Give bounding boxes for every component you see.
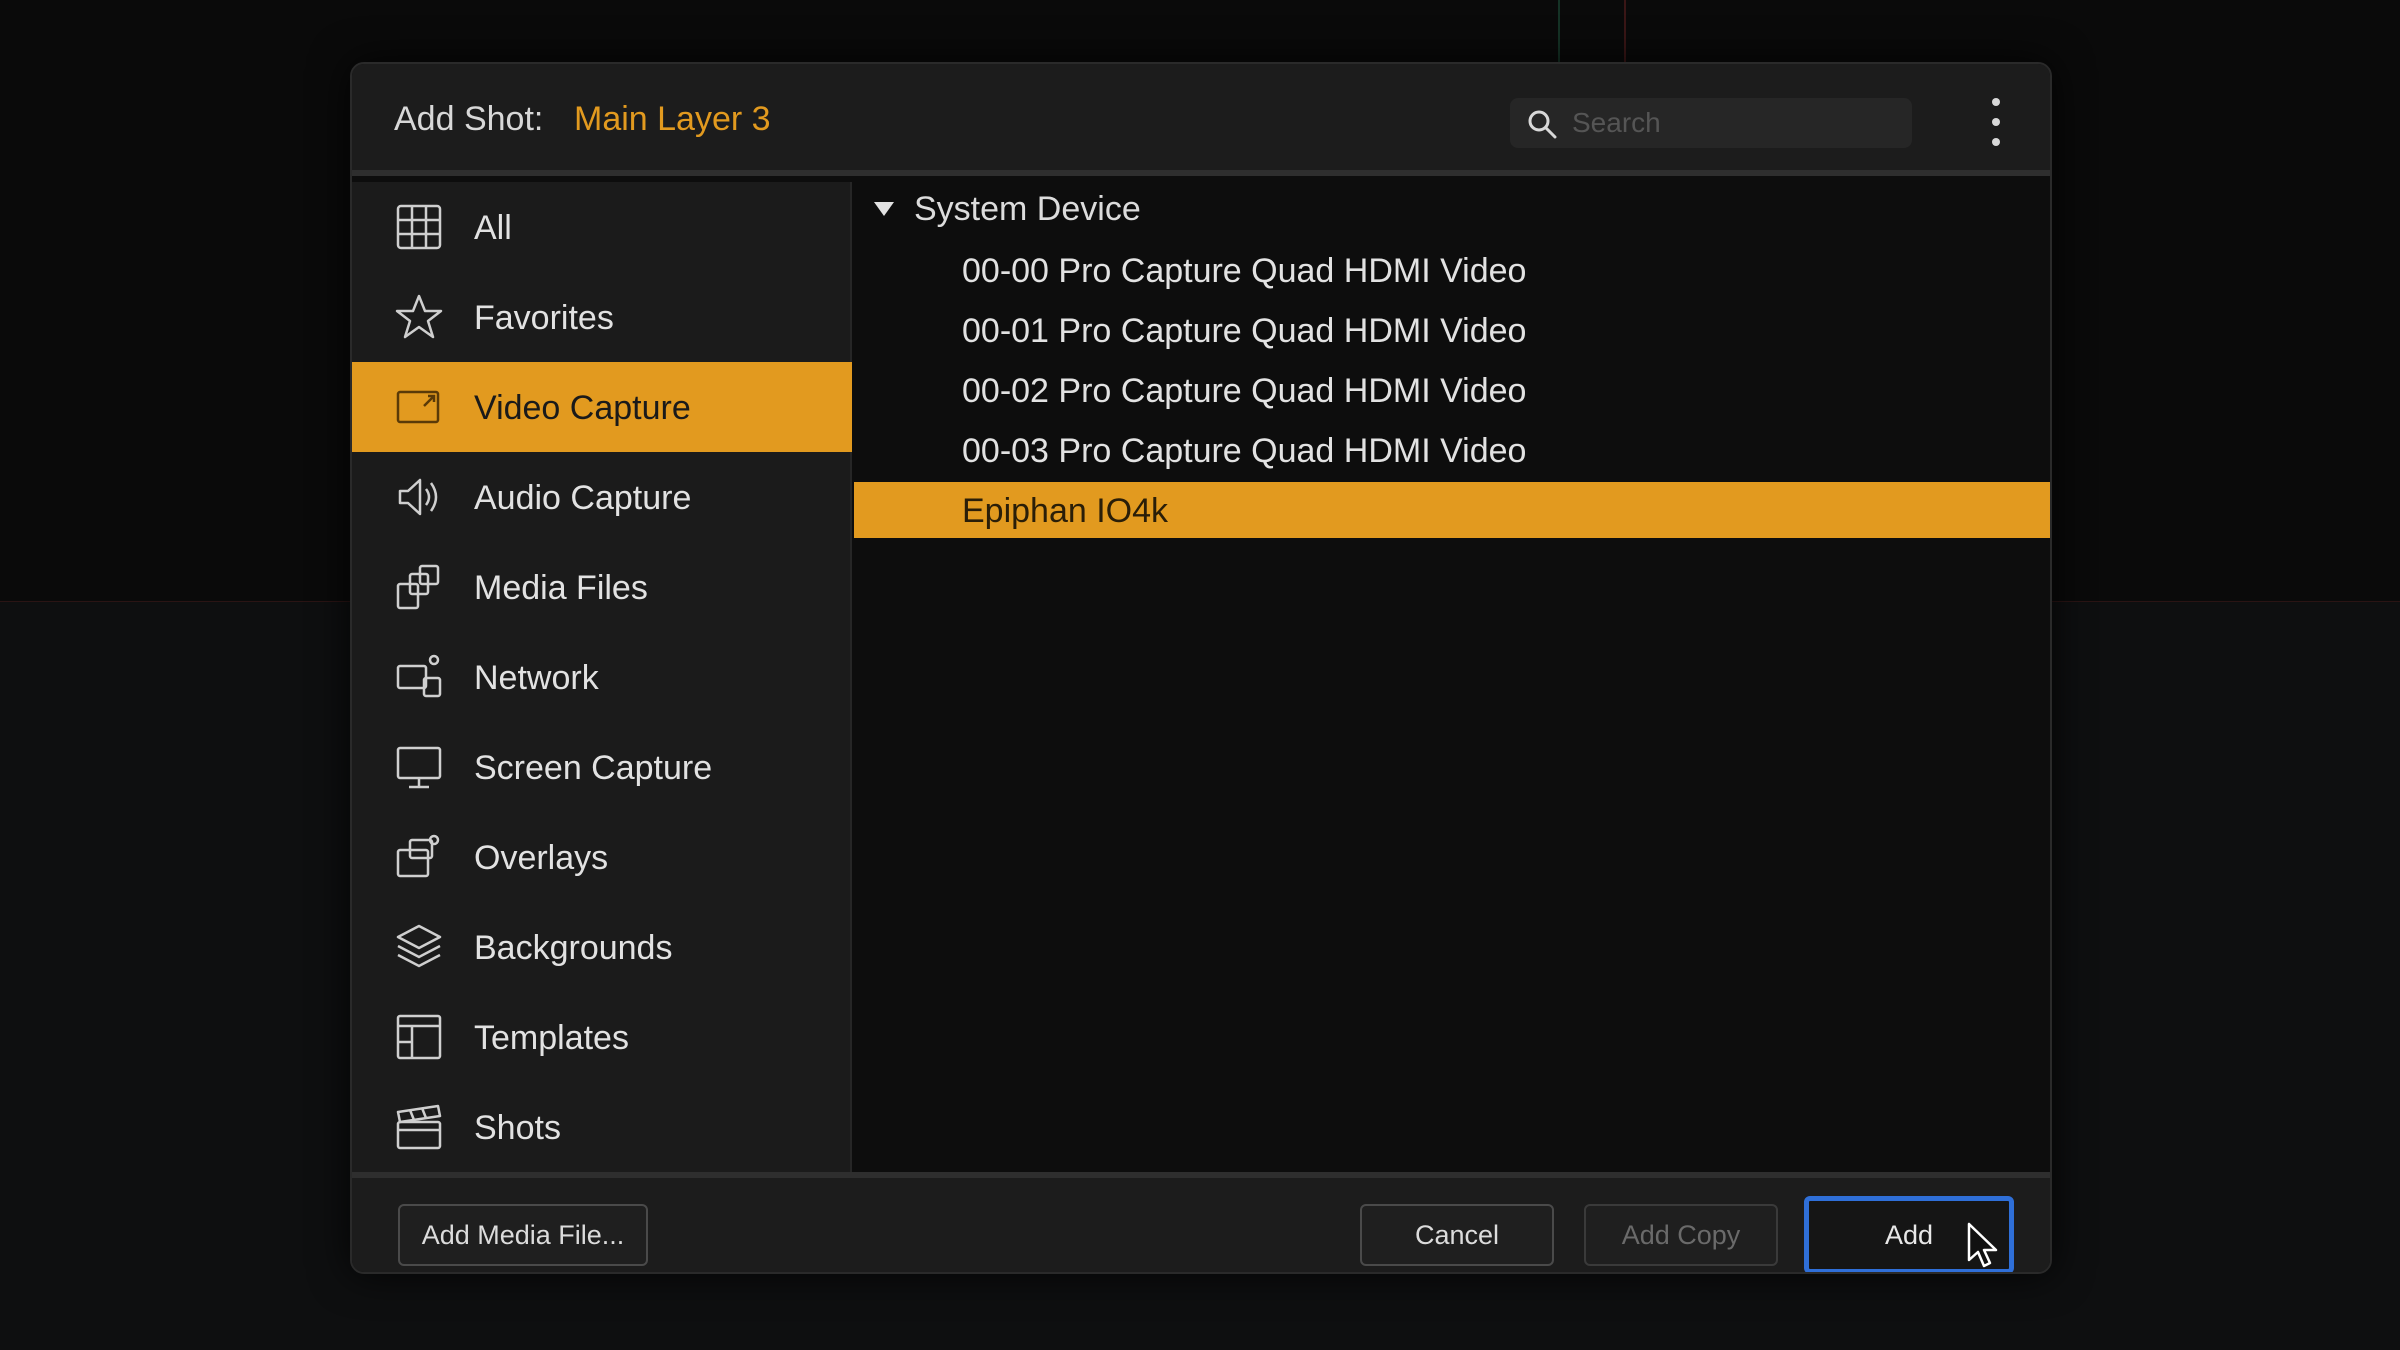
monitor-icon (394, 742, 444, 792)
sidebar-item-label: Audio Capture (474, 479, 692, 517)
device-row[interactable]: 00-00 Pro Capture Quad HDMI Video (854, 242, 2050, 300)
background-marker-green (1558, 0, 1560, 62)
search-icon (1526, 108, 1558, 140)
sidebar-item-label: Network (474, 659, 599, 697)
search-input[interactable] (1572, 98, 1902, 148)
sidebar-item-favorites[interactable]: Favorites (352, 272, 852, 362)
sidebar-item-label: Screen Capture (474, 749, 713, 787)
dialog-title: Add Shot: (394, 100, 544, 138)
device-row[interactable]: 00-01 Pro Capture Quad HDMI Video (854, 302, 2050, 360)
group-label: System Device (914, 190, 1141, 228)
add-shot-dialog: Add Shot: Main Layer 3 Search All Favori… (350, 62, 2052, 1274)
sidebar-item-video-capture[interactable]: Video Capture (352, 362, 852, 452)
sidebar-item-label: Backgrounds (474, 929, 673, 967)
search-box[interactable] (1510, 98, 1912, 148)
sidebar-item-label: Media Files (474, 569, 648, 607)
media-files-icon (394, 562, 444, 612)
device-label: 00-03 Pro Capture Quad HDMI Video (962, 432, 1527, 470)
sidebar-item-label: Shots (474, 1109, 561, 1147)
sidebar-item-label: Overlays (474, 839, 609, 877)
sidebar-item-label: Templates (474, 1019, 629, 1057)
sidebar-item-screen-capture[interactable]: Screen Capture (352, 722, 852, 812)
background-marker-red (1624, 0, 1626, 62)
sidebar-item-templates[interactable]: Templates (352, 992, 852, 1082)
device-list: System Device 00-00 Pro Capture Quad HDM… (854, 182, 2050, 1172)
layer-name: Main Layer 3 (574, 100, 771, 138)
device-label: Epiphan IO4k (962, 492, 1169, 530)
mouse-cursor-icon (1966, 1222, 2000, 1270)
screen: Add Shot: Main Layer 3 Search All Favori… (0, 0, 2400, 1350)
sidebar-item-overlays[interactable]: Overlays (352, 812, 852, 902)
dialog-header: Add Shot: Main Layer 3 (352, 64, 2050, 176)
grid-icon (394, 202, 444, 252)
cancel-button[interactable]: Cancel (1360, 1204, 1554, 1266)
chevron-down-icon[interactable] (874, 202, 894, 216)
video-capture-icon (394, 382, 444, 432)
vertical-ellipsis-icon[interactable] (1986, 94, 2006, 150)
add-copy-button[interactable]: Add Copy (1584, 1204, 1778, 1266)
sidebar-item-audio-capture[interactable]: Audio Capture (352, 452, 852, 542)
device-label: 00-00 Pro Capture Quad HDMI Video (962, 252, 1527, 290)
group-system-device[interactable]: System Device (854, 182, 2050, 240)
sidebar-item-label: All (474, 209, 512, 247)
add-media-file-button[interactable]: Add Media File... (398, 1204, 648, 1266)
category-sidebar: All Favorites Video Capture Audio Captur… (352, 182, 852, 1172)
network-icon (394, 652, 444, 702)
dialog-footer: Add Media File... Cancel Add Copy Add (352, 1172, 2050, 1272)
clapperboard-icon (394, 1102, 444, 1152)
layers-icon (394, 922, 444, 972)
sidebar-item-shots[interactable]: Shots (352, 1082, 852, 1172)
sidebar-item-media-files[interactable]: Media Files (352, 542, 852, 632)
device-row-selected[interactable]: Epiphan IO4k (854, 482, 2050, 538)
sidebar-item-backgrounds[interactable]: Backgrounds (352, 902, 852, 992)
star-icon (394, 292, 444, 342)
sidebar-item-network[interactable]: Network (352, 632, 852, 722)
templates-icon (394, 1012, 444, 1062)
device-row[interactable]: 00-02 Pro Capture Quad HDMI Video (854, 362, 2050, 420)
device-row[interactable]: 00-03 Pro Capture Quad HDMI Video (854, 422, 2050, 480)
overlays-icon (394, 832, 444, 882)
sidebar-item-all[interactable]: All (352, 182, 852, 272)
speaker-icon (394, 472, 444, 522)
device-label: 00-01 Pro Capture Quad HDMI Video (962, 312, 1527, 350)
sidebar-item-label: Favorites (474, 299, 614, 337)
device-label: 00-02 Pro Capture Quad HDMI Video (962, 372, 1527, 410)
sidebar-item-label: Video Capture (474, 389, 691, 427)
